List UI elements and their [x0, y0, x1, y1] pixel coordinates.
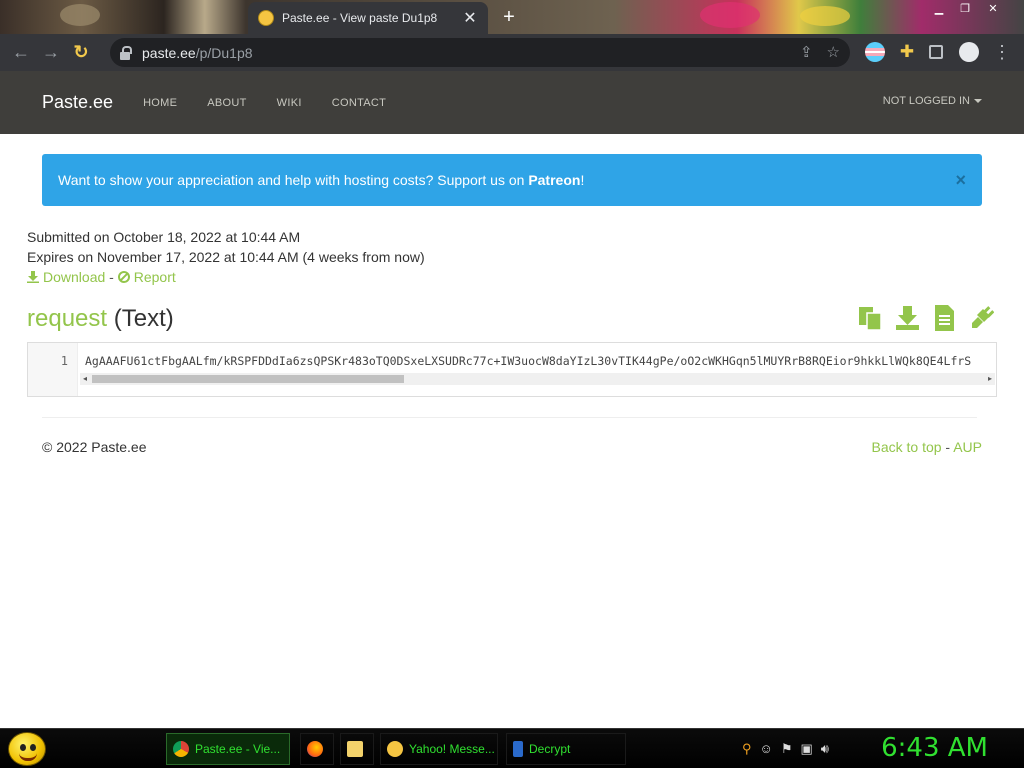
taskbar-item-label: Paste.ee - Vie... [195, 742, 281, 756]
login-dropdown[interactable]: NOT LOGGED IN [883, 95, 982, 107]
patreon-link[interactable]: Patreon [528, 172, 580, 188]
scroll-right-icon[interactable]: ▸ [985, 373, 995, 385]
taskbar-item-label: Yahoo! Messe... [409, 742, 495, 756]
yahoo-messenger-icon [387, 741, 403, 757]
volume-icon[interactable]: 🔊︎ [821, 741, 829, 757]
messenger-tray-icon[interactable]: ☺ [760, 741, 773, 757]
web-page: Paste.ee HOME ABOUT WIKI CONTACT NOT LOG… [0, 71, 1024, 728]
site-brand[interactable]: Paste.ee [42, 92, 113, 113]
taskbar-clock[interactable]: 6:43 AM [881, 733, 988, 763]
site-navbar: Paste.ee HOME ABOUT WIKI CONTACT NOT LOG… [0, 71, 1024, 134]
login-label: NOT LOGGED IN [882, 95, 970, 107]
taskbar-item-yahoo[interactable]: Yahoo! Messe... [380, 733, 498, 765]
action-center-icon[interactable]: ⚑ [781, 741, 793, 757]
download-link[interactable]: Download [27, 269, 109, 285]
footer-separator: - [941, 439, 954, 455]
nav-about[interactable]: ABOUT [207, 97, 246, 109]
wallpaper-splat [800, 6, 850, 26]
wallpaper-splat [60, 4, 100, 26]
taskbar: Paste.ee - Vie... Yahoo! Messe... Decryp… [0, 728, 1024, 768]
footer-divider [42, 417, 977, 418]
paste-name: request [27, 305, 108, 332]
copy-icon[interactable] [858, 305, 883, 331]
patreon-alert: Want to show your appreciation and help … [42, 154, 982, 206]
tab-title: Paste.ee - View paste Du1p8 [282, 11, 438, 25]
url-host: paste.ee [142, 44, 196, 61]
paste-meta: Submitted on October 18, 2022 at 10:44 A… [27, 227, 425, 287]
taskbar-item-chrome[interactable]: Paste.ee - Vie... [166, 733, 290, 765]
taskbar-item-label: Decrypt [529, 742, 571, 756]
code-viewer: 1 AgAAAFU61ctFbgAALfm/kRSPFDDdIa6zsQPSKr… [27, 342, 997, 397]
scrollbar-thumb[interactable] [92, 375, 404, 383]
extensions-puzzle-icon[interactable]: ✚ [897, 42, 917, 62]
link-separator: - [109, 269, 118, 285]
reload-icon[interactable]: ↻ [66, 38, 96, 68]
new-tab-button[interactable]: + [498, 6, 520, 28]
back-icon[interactable]: ← [6, 38, 36, 68]
search-icon[interactable]: ⚲ [742, 741, 752, 757]
maximize-icon[interactable]: ❐ [956, 2, 974, 16]
favicon-icon [258, 10, 274, 26]
share-icon[interactable]: ⇪ [800, 43, 813, 61]
alert-text: Want to show your appreciation and help … [58, 172, 584, 188]
profile-avatar-icon[interactable] [959, 42, 979, 62]
nav-home[interactable]: HOME [143, 97, 177, 109]
nav-wiki[interactable]: WIKI [277, 97, 302, 109]
lock-icon [120, 45, 132, 60]
alert-close-button[interactable]: × [955, 170, 966, 191]
chrome-icon [173, 741, 189, 757]
paste-type: (Text) [107, 305, 174, 332]
url-path: /p/Du1p8 [195, 44, 253, 61]
footer-links: Back to top - AUP [871, 439, 982, 455]
embed-plug-icon[interactable] [969, 305, 995, 331]
browser-menu-icon[interactable]: ⋮ [992, 42, 1012, 62]
start-button-smiley-icon[interactable] [8, 732, 46, 766]
ban-icon [117, 271, 130, 283]
back-to-top-link[interactable]: Back to top [871, 439, 941, 455]
paste-content[interactable]: AgAAAFU61ctFbgAALfm/kRSPFDDdIa6zsQPSKr48… [85, 354, 995, 368]
aup-link[interactable]: AUP [953, 439, 982, 455]
download-paste-icon[interactable] [895, 305, 920, 331]
address-bar[interactable]: paste.ee /p/Du1p8 ⇪ ☆ [110, 38, 850, 67]
download-label: Download [43, 269, 106, 285]
taskbar-item-explorer[interactable] [340, 733, 374, 765]
network-icon[interactable]: ▣ [800, 741, 812, 757]
window-close-icon[interactable]: ✕ [984, 2, 1002, 16]
scroll-left-icon[interactable]: ◂ [80, 373, 90, 385]
report-link[interactable]: Report [117, 269, 176, 285]
extension-flag-icon[interactable] [865, 42, 885, 62]
nav-contact[interactable]: CONTACT [332, 97, 386, 109]
paste-heading: request (Text) [27, 305, 174, 333]
browser-tab-strip: Paste.ee - View paste Du1p8 ✕ + ▁ ❐ ✕ [0, 0, 1024, 34]
horizontal-scrollbar[interactable]: ◂ ▸ [80, 373, 995, 385]
alert-suffix: ! [580, 172, 585, 188]
line-gutter [28, 343, 78, 396]
copyright: © 2022 Paste.ee [42, 439, 147, 455]
minimize-icon[interactable]: ▁ [930, 2, 948, 16]
tab-close-icon[interactable]: ✕ [462, 8, 478, 28]
folder-icon [347, 741, 363, 757]
expires-date: Expires on November 17, 2022 at 10:44 AM… [27, 249, 425, 265]
bookmark-star-icon[interactable]: ☆ [827, 43, 840, 61]
alert-message: Want to show your appreciation and help … [58, 172, 529, 188]
forward-icon[interactable]: → [36, 38, 66, 68]
paste-actions [858, 305, 995, 331]
submitted-date: Submitted on October 18, 2022 at 10:44 A… [27, 229, 301, 245]
side-panel-icon[interactable] [929, 45, 943, 59]
line-number: 1 [60, 354, 68, 368]
report-label: Report [133, 269, 176, 285]
browser-tab-active[interactable]: Paste.ee - View paste Du1p8 ✕ [248, 2, 488, 34]
caret-down-icon [974, 99, 982, 104]
download-icon [27, 271, 39, 283]
taskbar-item-firefox[interactable] [300, 733, 334, 765]
document-icon [513, 741, 523, 757]
raw-document-icon[interactable] [932, 305, 957, 331]
taskbar-item-decrypt[interactable]: Decrypt [506, 733, 626, 765]
wallpaper-splat [700, 2, 760, 28]
system-tray: ⚲ ☺ ⚑ ▣ 🔊︎ [742, 741, 829, 757]
firefox-icon [307, 741, 323, 757]
